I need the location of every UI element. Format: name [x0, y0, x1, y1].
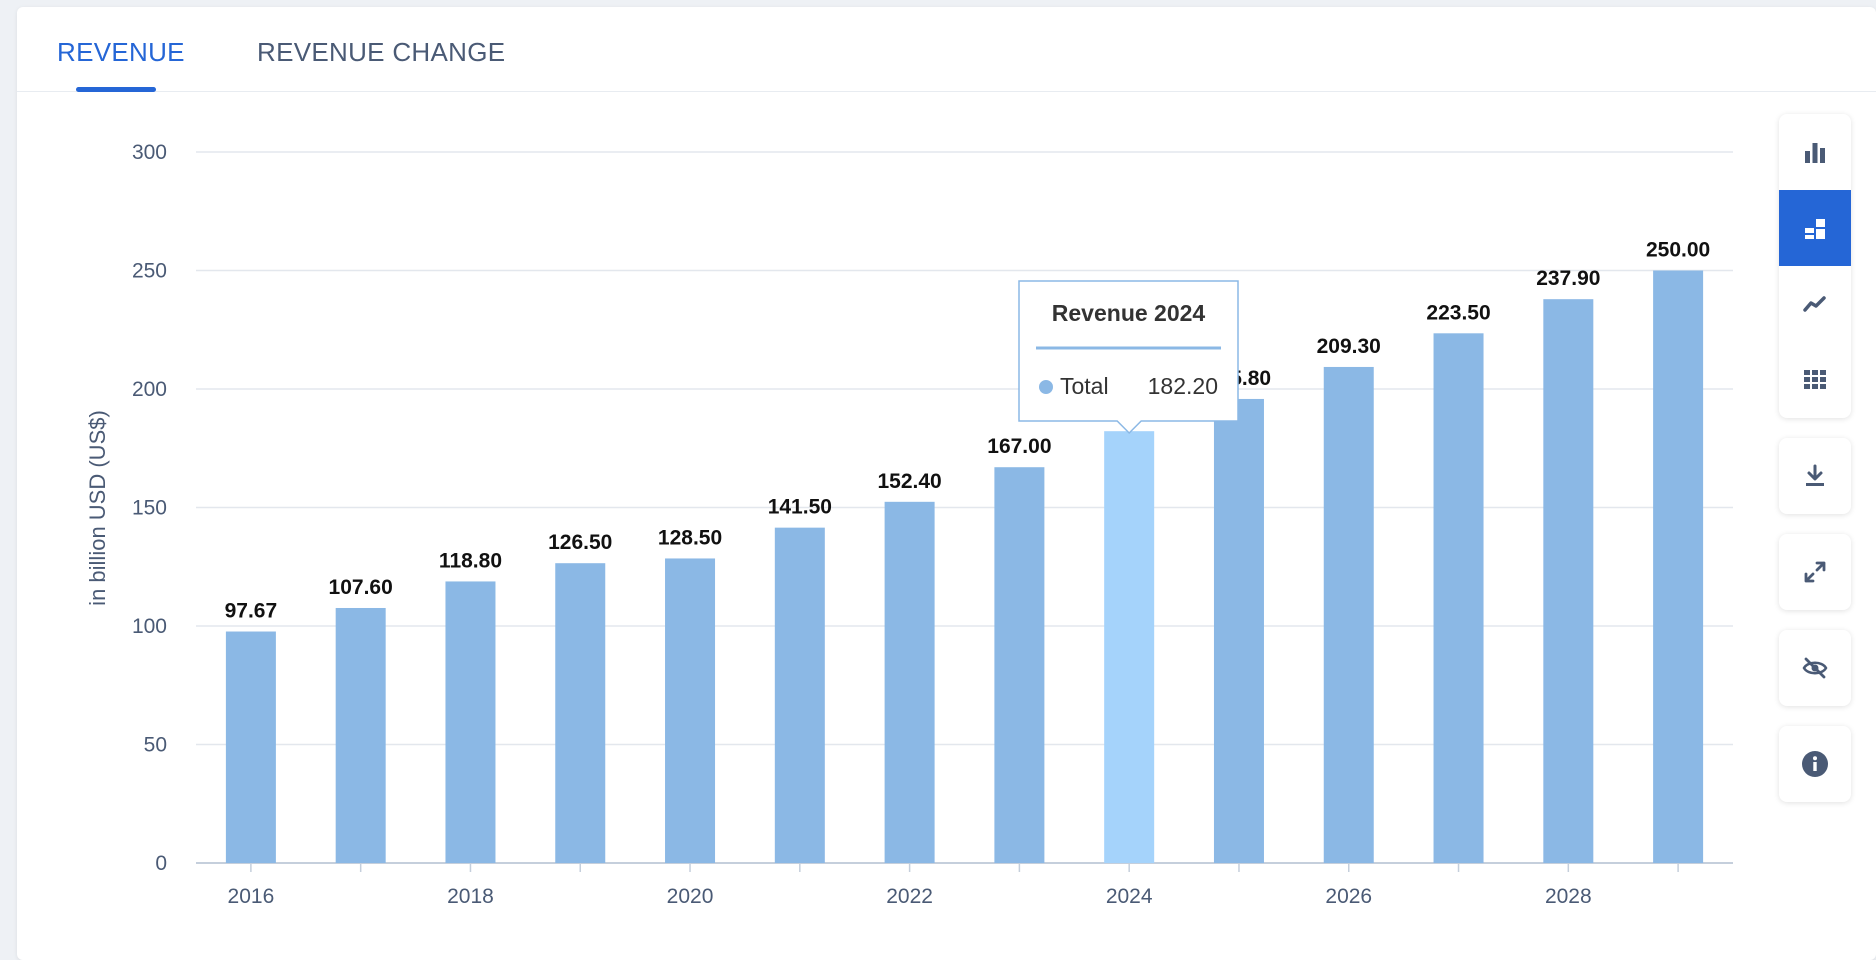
x-tick-label: 2024: [1106, 885, 1153, 908]
hide-button[interactable]: [1779, 630, 1851, 706]
bar-2024[interactable]: [1104, 431, 1155, 863]
x-tick-label: 2028: [1545, 885, 1592, 908]
bar-2028[interactable]: [1543, 299, 1594, 863]
bar-2018[interactable]: [445, 581, 496, 863]
y-tick-label: 150: [132, 497, 167, 520]
y-tick-label: 200: [132, 378, 167, 401]
tooltip-series-label: Total: [1060, 373, 1109, 399]
x-tick-label: 2018: [447, 885, 494, 908]
x-tick-label: 2022: [886, 885, 933, 908]
x-tick-label: 2020: [667, 885, 714, 908]
y-axis-label: in billion USD (US$): [85, 410, 110, 606]
tooltip-title: Revenue 2024: [1052, 300, 1206, 326]
bar-2027[interactable]: [1433, 333, 1484, 863]
x-tick-label: 2026: [1325, 885, 1372, 908]
bar-2020[interactable]: [665, 558, 716, 863]
bar-2025[interactable]: [1213, 398, 1264, 863]
data-label: 152.40: [877, 470, 941, 493]
bar-2016[interactable]: [225, 631, 276, 863]
revenue-bar-chart: 0 50 100 150 200 250 300 in billion USD (US$) 20…: [85, 141, 1733, 908]
y-tick-label: 300: [132, 141, 167, 164]
info-toolbar: [1779, 726, 1851, 802]
bar-2029[interactable]: [1653, 270, 1704, 864]
data-label: 167.00: [987, 435, 1051, 458]
bar-2023[interactable]: [994, 467, 1045, 863]
download-toolbar: [1779, 438, 1851, 514]
data-label: 223.50: [1426, 301, 1490, 324]
data-label: 237.90: [1536, 267, 1600, 290]
fullscreen-toolbar: [1779, 534, 1851, 610]
hide-icon: [1802, 657, 1828, 679]
tooltip-series-value: 182.20: [1148, 373, 1218, 399]
data-label: 128.50: [658, 526, 722, 549]
data-label: 97.67: [225, 600, 278, 623]
bar-2026[interactable]: [1323, 366, 1374, 863]
data-label: 141.50: [768, 496, 832, 519]
data-label: 107.60: [329, 576, 393, 599]
stacked-chart-button[interactable]: [1779, 190, 1851, 266]
data-label: 126.50: [548, 531, 612, 554]
download-button[interactable]: [1779, 438, 1851, 514]
bar-2021[interactable]: [774, 527, 825, 863]
data-label: 118.80: [439, 549, 502, 572]
bar-chart-icon: [1805, 143, 1825, 163]
download-icon: [1806, 464, 1824, 486]
visibility-toolbar: [1779, 630, 1851, 706]
line-chart-icon: [1803, 296, 1826, 312]
data-label: 209.30: [1317, 335, 1381, 358]
chart-type-toolbar: [1779, 114, 1851, 418]
y-tick-label: 250: [132, 260, 167, 283]
bar-2022[interactable]: [884, 501, 935, 863]
table-view-button[interactable]: [1779, 342, 1851, 418]
fullscreen-button[interactable]: [1779, 534, 1851, 610]
y-tick-label: 0: [155, 852, 167, 875]
table-icon: [1804, 370, 1826, 389]
bar-chart-button[interactable]: [1779, 114, 1851, 190]
y-tick-label: 100: [132, 615, 167, 638]
bar-2017[interactable]: [335, 607, 386, 863]
fullscreen-icon: [1804, 561, 1826, 583]
stacked-chart-icon: [1805, 219, 1825, 239]
x-tick-label: 2016: [228, 885, 275, 908]
y-tick-label: 50: [144, 734, 167, 757]
bar-2019[interactable]: [555, 563, 606, 863]
tooltip-series-dot: [1039, 380, 1053, 394]
info-icon: [1802, 751, 1828, 777]
line-chart-button[interactable]: [1779, 266, 1851, 342]
data-label: 250.00: [1646, 239, 1710, 262]
info-button[interactable]: [1779, 726, 1851, 802]
